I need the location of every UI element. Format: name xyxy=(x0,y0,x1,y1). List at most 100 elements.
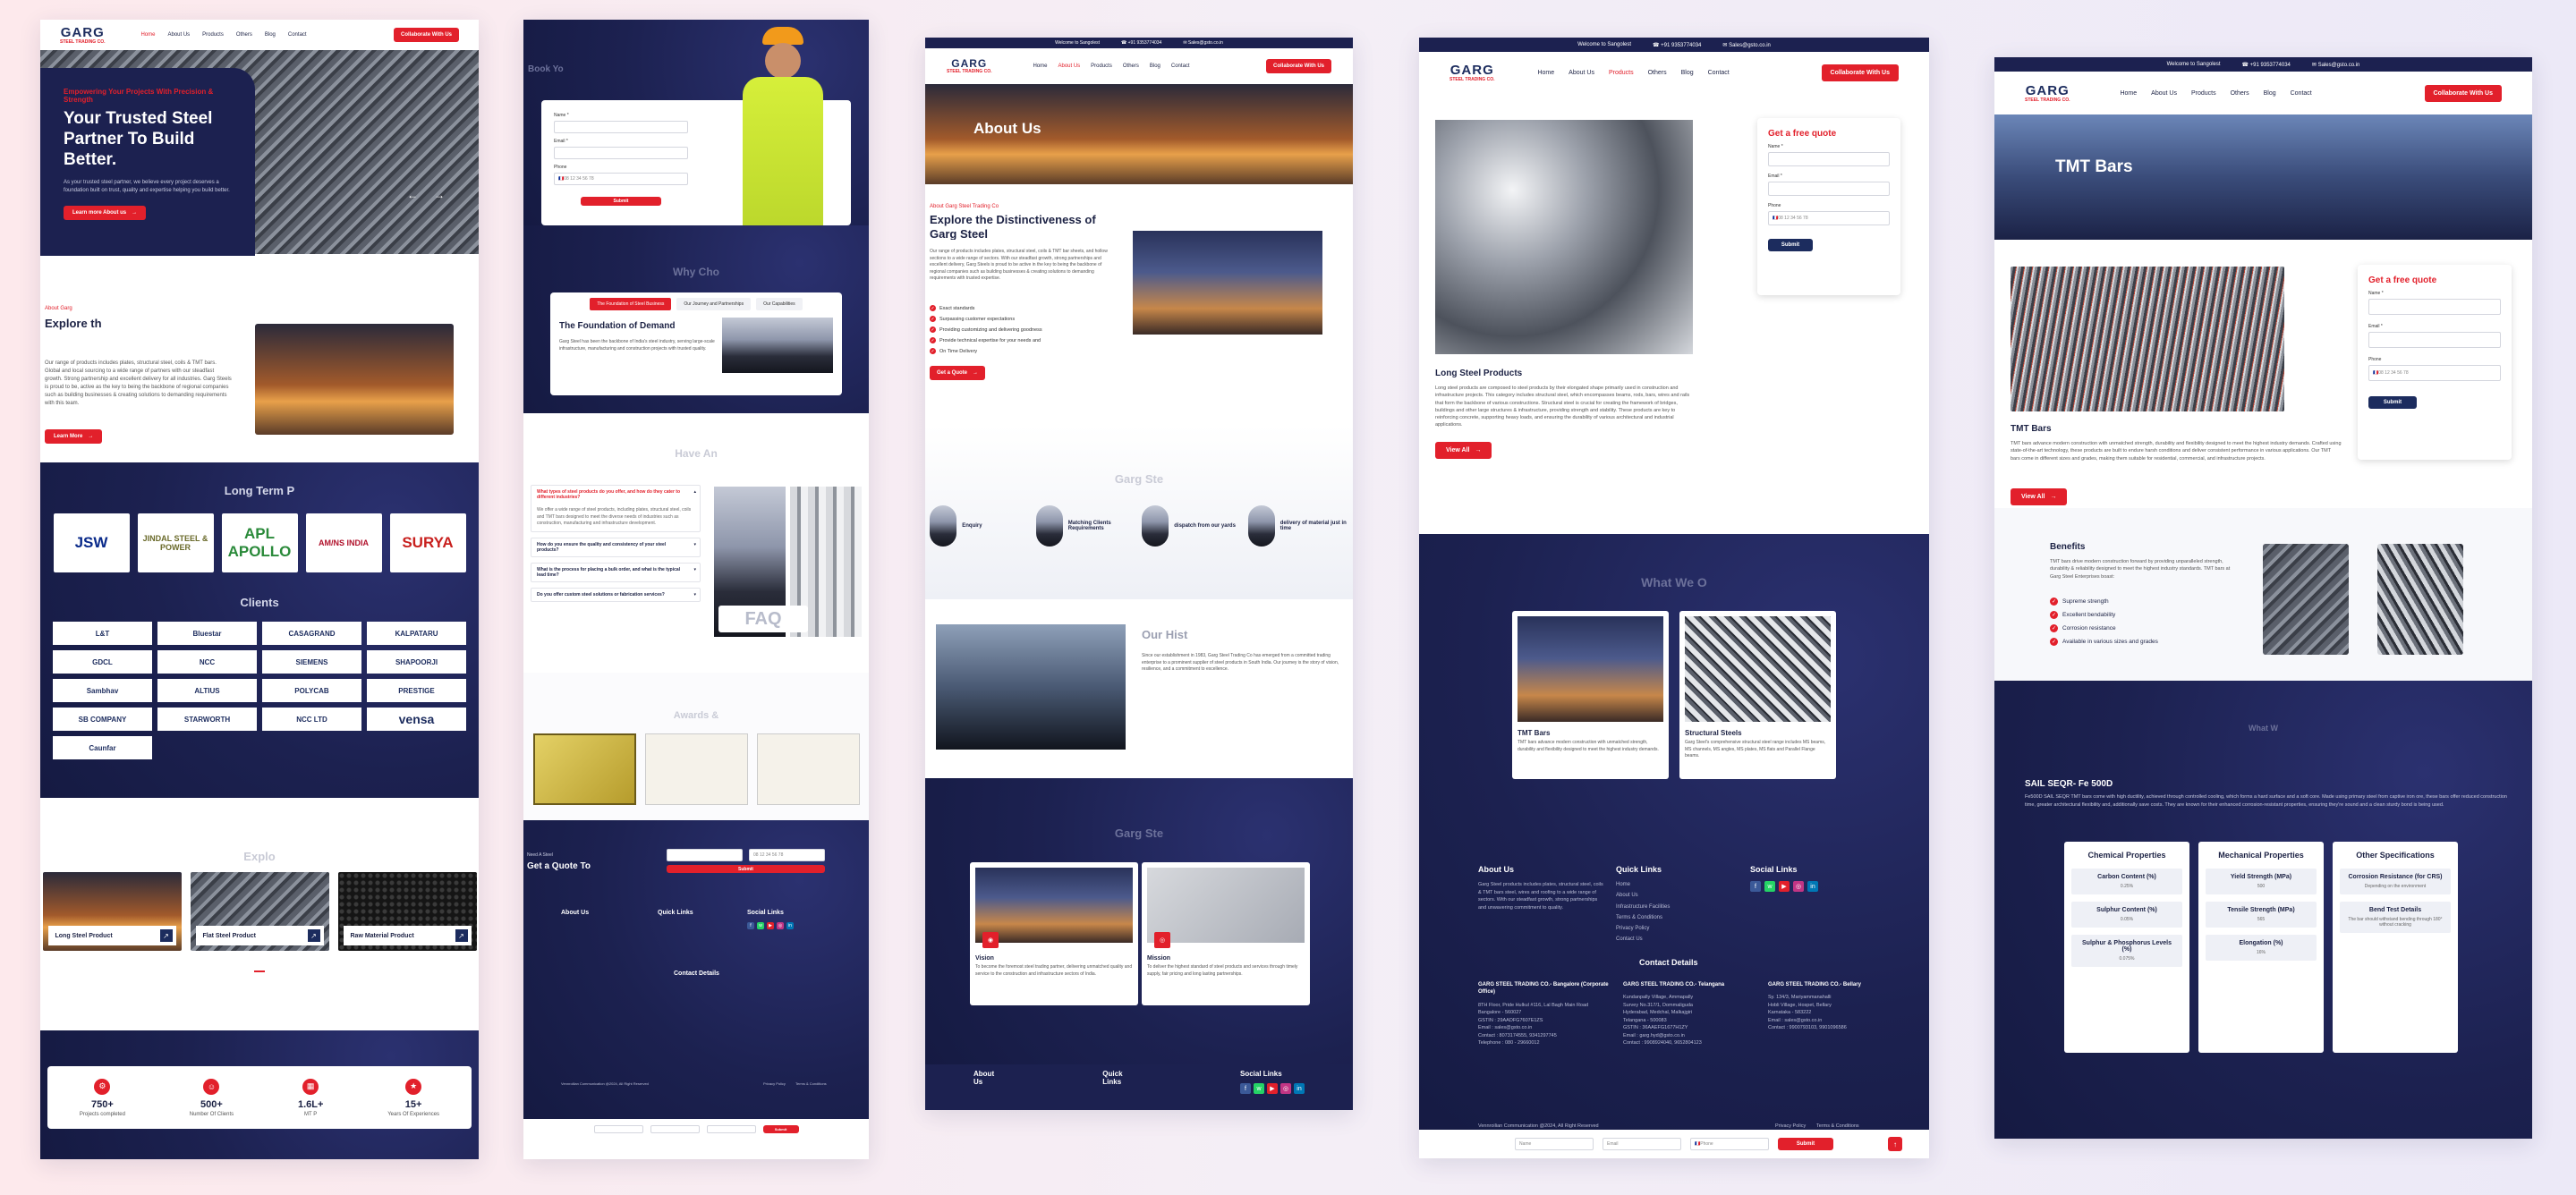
footer-terms-link[interactable]: Terms & Conditions xyxy=(795,1081,827,1087)
facebook-icon[interactable]: f xyxy=(1240,1083,1251,1094)
product-card[interactable]: Long Steel Product ↗ xyxy=(42,872,182,951)
logo[interactable]: GARG STEEL TRADING CO. xyxy=(947,58,991,74)
nav-contact[interactable]: Contact xyxy=(2291,90,2312,97)
get-quote-button[interactable]: Get a Quote → xyxy=(930,366,986,380)
nav-others[interactable]: Others xyxy=(236,32,252,38)
email-field[interactable] xyxy=(554,147,688,159)
scroll-top-icon[interactable]: ↑ xyxy=(1888,1137,1902,1151)
nav-blog[interactable]: Blog xyxy=(265,32,276,38)
slider-next-icon[interactable]: → xyxy=(434,189,445,201)
bar-name-field[interactable]: Name xyxy=(1515,1138,1594,1150)
collaborate-button[interactable]: Collaborate With Us xyxy=(2424,84,2502,102)
why-tab[interactable]: The Foundation of Steel Business xyxy=(590,298,672,310)
bar-submit-button[interactable]: Submit xyxy=(762,1124,799,1133)
submit-button[interactable]: Submit xyxy=(581,197,661,206)
faq-item[interactable]: What is the process for placing a bulk o… xyxy=(531,562,701,582)
nav-products[interactable]: Products xyxy=(1091,64,1112,69)
view-all-button[interactable]: View All → xyxy=(1435,442,1492,459)
footer-link[interactable]: Privacy Policy xyxy=(1616,925,1670,933)
name-field[interactable] xyxy=(554,121,688,133)
linkedin-icon[interactable]: in xyxy=(1807,881,1818,892)
whatsapp-icon[interactable]: w xyxy=(1764,881,1775,892)
nav-about[interactable]: About Us xyxy=(2151,90,2177,97)
bar-email-field[interactable]: Email xyxy=(1603,1138,1681,1150)
nav-others[interactable]: Others xyxy=(1123,64,1139,69)
nav-products[interactable]: Products xyxy=(202,32,224,38)
footer-link[interactable]: Home xyxy=(1616,881,1670,889)
footer-link[interactable]: Contact Us xyxy=(1616,936,1670,944)
instagram-icon[interactable]: ◎ xyxy=(1280,1083,1291,1094)
nav-products[interactable]: Products xyxy=(2191,90,2216,97)
about-learn-more-button[interactable]: Learn More → xyxy=(45,429,103,444)
email-field[interactable] xyxy=(2368,332,2501,348)
why-tab[interactable]: Our Journey and Partnerships xyxy=(676,298,752,310)
linkedin-icon[interactable]: in xyxy=(786,922,794,929)
bar-name-field[interactable] xyxy=(593,1124,643,1133)
youtube-icon[interactable]: ▶ xyxy=(1779,881,1790,892)
quote-phone-field[interactable]: 08 12 34 56 78 xyxy=(749,849,825,861)
quote-name-field[interactable] xyxy=(667,849,743,861)
youtube-icon[interactable]: ▶ xyxy=(767,922,774,929)
offering-card[interactable]: Structural Steels Garg Steel's comprehens… xyxy=(1679,611,1836,779)
instagram-icon[interactable]: ◎ xyxy=(1793,881,1804,892)
facebook-icon[interactable]: f xyxy=(747,922,754,929)
instagram-icon[interactable]: ◎ xyxy=(777,922,784,929)
slider-prev-icon[interactable]: ← xyxy=(407,189,418,201)
footer-privacy-link[interactable]: Privacy Policy xyxy=(763,1081,786,1087)
nav-contact[interactable]: Contact xyxy=(1171,64,1190,69)
phone-field[interactable]: 🇫🇷 08 12 34 56 78 xyxy=(554,173,688,185)
nav-products[interactable]: Products xyxy=(1609,70,1634,76)
quote-submit-button[interactable]: Submit xyxy=(667,865,825,873)
nav-others[interactable]: Others xyxy=(1648,70,1667,76)
nav-about[interactable]: About Us xyxy=(167,32,190,38)
name-field[interactable] xyxy=(2368,299,2501,315)
name-field[interactable] xyxy=(1768,152,1890,166)
carousel-dot[interactable] xyxy=(254,970,265,972)
arrow-icon[interactable]: ↗ xyxy=(455,929,468,942)
nav-home[interactable]: Home xyxy=(1033,64,1047,69)
nav-contact[interactable]: Contact xyxy=(288,32,307,38)
collaborate-button[interactable]: Collaborate With Us xyxy=(1821,64,1899,81)
bar-phone-field[interactable]: 🇫🇷 Phone xyxy=(1690,1138,1769,1150)
view-all-button[interactable]: View All → xyxy=(2011,488,2068,505)
offering-card[interactable]: TMT Bars TMT bars advance modern construc… xyxy=(1512,611,1669,779)
logo[interactable]: GARG STEEL TRADING CO. xyxy=(1450,64,1494,82)
faq-item[interactable]: Do you offer custom steel solutions or f… xyxy=(531,587,701,602)
faq-item[interactable]: How do you ensure the quality and consis… xyxy=(531,537,701,557)
product-card[interactable]: Raw Material Product ↗ xyxy=(337,872,477,951)
submit-button[interactable]: Submit xyxy=(2368,396,2417,409)
hero-about-button[interactable]: Learn more About us → xyxy=(64,206,147,221)
linkedin-icon[interactable]: in xyxy=(1294,1083,1305,1094)
logo[interactable]: GARG STEEL TRADING CO. xyxy=(60,26,105,45)
nav-others[interactable]: Others xyxy=(2231,90,2249,97)
nav-contact[interactable]: Contact xyxy=(1708,70,1730,76)
nav-blog[interactable]: Blog xyxy=(1681,70,1694,76)
nav-about[interactable]: About Us xyxy=(1569,70,1594,76)
collaborate-button[interactable]: Collaborate With Us xyxy=(1266,59,1331,73)
arrow-icon[interactable]: ↗ xyxy=(159,929,173,942)
phone-field[interactable]: 🇫🇷 08 12 34 56 78 xyxy=(2368,365,2501,381)
bar-email-field[interactable] xyxy=(650,1124,700,1133)
footer-link[interactable]: Terms & Conditions xyxy=(1616,914,1670,922)
why-tab[interactable]: Our Capabilities xyxy=(756,298,803,310)
logo[interactable]: GARG STEEL TRADING CO. xyxy=(2025,84,2070,103)
footer-link[interactable]: About Us xyxy=(1616,892,1670,900)
arrow-icon[interactable]: ↗ xyxy=(307,929,320,942)
collaborate-button[interactable]: Collaborate With Us xyxy=(394,28,459,42)
faq-item[interactable]: What types of steel products do you offe… xyxy=(531,485,701,532)
bar-submit-button[interactable]: Submit xyxy=(1778,1138,1833,1150)
phone-field[interactable]: 🇫🇷 08 12 34 56 78 xyxy=(1768,211,1890,225)
nav-blog[interactable]: Blog xyxy=(1150,64,1160,69)
nav-home[interactable]: Home xyxy=(1537,70,1554,76)
product-card[interactable]: Flat Steel Product ↗ xyxy=(190,872,329,951)
submit-button[interactable]: Submit xyxy=(1768,239,1813,251)
email-field[interactable] xyxy=(1768,182,1890,196)
nav-blog[interactable]: Blog xyxy=(2264,90,2276,97)
whatsapp-icon[interactable]: w xyxy=(1254,1083,1264,1094)
nav-about[interactable]: About Us xyxy=(1058,64,1080,69)
nav-home[interactable]: Home xyxy=(140,32,155,38)
whatsapp-icon[interactable]: w xyxy=(757,922,764,929)
facebook-icon[interactable]: f xyxy=(1750,881,1761,892)
nav-home[interactable]: Home xyxy=(2120,90,2137,97)
footer-link[interactable]: Infrastructure Facilities xyxy=(1616,903,1670,911)
